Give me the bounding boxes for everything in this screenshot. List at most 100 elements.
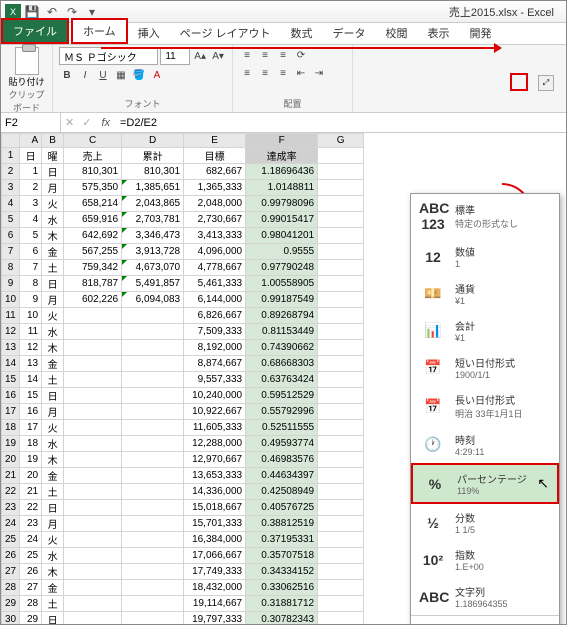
font-name-select[interactable]: ＭＳ Ｐゴシック <box>59 47 158 65</box>
row-header[interactable]: 1 <box>2 148 20 164</box>
font-size-select[interactable]: 11 <box>160 47 190 65</box>
row-header[interactable]: 30 <box>2 612 20 625</box>
format-option-通貨[interactable]: 💴 通貨 ¥1 <box>411 275 559 312</box>
table-row[interactable]: 10 9 月 602,226 6,094,083 6,144,000 0.991… <box>2 292 364 308</box>
row-header[interactable]: 7 <box>2 244 20 260</box>
table-row[interactable]: 22 21 土 14,336,000 0.42508949 <box>2 484 364 500</box>
table-row[interactable]: 24 23 月 15,701,333 0.38812519 <box>2 516 364 532</box>
format-option-文字列[interactable]: ABC 文字列 1.186964355 <box>411 578 559 615</box>
row-header[interactable]: 24 <box>2 516 20 532</box>
format-option-会計[interactable]: 📊 会計 ¥1 <box>411 312 559 349</box>
border-icon[interactable]: ▦ <box>113 67 129 83</box>
format-option-パーセンテージ[interactable]: % パーセンテージ 119% ↖ <box>411 463 559 504</box>
row-header[interactable]: 29 <box>2 596 20 612</box>
row-header[interactable]: 26 <box>2 548 20 564</box>
row-header[interactable]: 27 <box>2 564 20 580</box>
table-row[interactable]: 15 14 土 9,557,333 0.63763424 <box>2 372 364 388</box>
align-center-icon[interactable]: ≡ <box>257 65 273 81</box>
table-row[interactable]: 4 3 火 658,214 2,043,865 2,048,000 0.9979… <box>2 196 364 212</box>
row-header[interactable]: 4 <box>2 196 20 212</box>
undo-icon[interactable]: ↶ <box>45 5 59 19</box>
format-option-短い日付形式[interactable]: 📅 短い日付形式 1900/1/1 <box>411 349 559 386</box>
table-row[interactable]: 23 22 日 15,018,667 0.40576725 <box>2 500 364 516</box>
table-row[interactable]: 2 1 日 810,301 810,301 682,667 1.18696436 <box>2 164 364 180</box>
table-row[interactable]: 5 4 水 659,916 2,703,781 2,730,667 0.9901… <box>2 212 364 228</box>
table-row[interactable]: 28 27 金 18,432,000 0.33062516 <box>2 580 364 596</box>
table-row[interactable]: 26 25 水 17,066,667 0.35707518 <box>2 548 364 564</box>
row-header[interactable]: 2 <box>2 164 20 180</box>
table-row[interactable]: 27 26 木 17,749,333 0.34334152 <box>2 564 364 580</box>
redo-icon[interactable]: ↷ <box>65 5 79 19</box>
align-middle-icon[interactable]: ≡ <box>257 47 273 63</box>
name-box[interactable]: F2 <box>1 113 61 132</box>
tab-view[interactable]: 表示 <box>418 22 460 44</box>
table-row[interactable]: 17 16 月 10,922,667 0.55792996 <box>2 404 364 420</box>
row-header[interactable]: 10 <box>2 292 20 308</box>
table-row[interactable]: 11 10 火 6,826,667 0.89268794 <box>2 308 364 324</box>
ribbon-expand-button[interactable]: ⤢ <box>538 75 554 91</box>
tab-insert[interactable]: 挿入 <box>128 22 170 44</box>
tab-formulas[interactable]: 数式 <box>281 22 323 44</box>
table-row[interactable]: 6 5 木 642,692 3,346,473 3,413,333 0.9804… <box>2 228 364 244</box>
row-header[interactable]: 21 <box>2 468 20 484</box>
row-header[interactable]: 6 <box>2 228 20 244</box>
table-row[interactable]: 29 28 土 19,114,667 0.31881712 <box>2 596 364 612</box>
row-header[interactable]: 11 <box>2 308 20 324</box>
font-color-icon[interactable]: A <box>149 67 165 83</box>
table-row[interactable]: 8 7 土 759,342 4,673,070 4,778,667 0.9779… <box>2 260 364 276</box>
cancel-icon[interactable]: ✕ <box>61 116 78 129</box>
row-header[interactable]: 19 <box>2 436 20 452</box>
row-header[interactable]: 28 <box>2 580 20 596</box>
orientation-icon[interactable]: ⟳ <box>293 47 309 63</box>
table-row[interactable]: 18 17 火 11,605,333 0.52511555 <box>2 420 364 436</box>
format-option-標準[interactable]: ABC 123 標準 特定の形式なし <box>411 194 559 238</box>
align-left-icon[interactable]: ≡ <box>239 65 255 81</box>
row-header[interactable]: 22 <box>2 484 20 500</box>
row-header[interactable]: 15 <box>2 372 20 388</box>
enter-icon[interactable]: ✓ <box>78 116 95 129</box>
underline-icon[interactable]: U <box>95 67 111 83</box>
table-row[interactable]: 19 18 水 12,288,000 0.49593774 <box>2 436 364 452</box>
format-option-時刻[interactable]: 🕐 時刻 4:29:11 <box>411 426 559 463</box>
table-row[interactable]: 7 6 金 567,255 3,913,728 4,096,000 0.9555 <box>2 244 364 260</box>
format-option-長い日付形式[interactable]: 📅 長い日付形式 明治 33年1月1日 <box>411 386 559 426</box>
table-row[interactable]: 13 12 木 8,192,000 0.74390662 <box>2 340 364 356</box>
table-row[interactable]: 12 11 水 7,509,333 0.81153449 <box>2 324 364 340</box>
row-header[interactable]: 3 <box>2 180 20 196</box>
row-header[interactable]: 8 <box>2 260 20 276</box>
fx-icon[interactable]: fx <box>95 117 116 129</box>
table-row[interactable]: 25 24 火 16,384,000 0.37195331 <box>2 532 364 548</box>
format-option-数値[interactable]: 12 数値 1 <box>411 238 559 275</box>
col-header-D[interactable]: D <box>122 134 184 148</box>
tab-page-layout[interactable]: ページ レイアウト <box>170 22 281 44</box>
row-header[interactable]: 18 <box>2 420 20 436</box>
row-header[interactable]: 9 <box>2 276 20 292</box>
table-row[interactable]: 16 15 日 10,240,000 0.59512529 <box>2 388 364 404</box>
col-header-G[interactable]: G <box>318 134 364 148</box>
increase-font-icon[interactable]: A▴ <box>192 48 208 64</box>
align-right-icon[interactable]: ≡ <box>275 65 291 81</box>
spreadsheet-grid[interactable]: ABCDEFG1 日曜 売上累計 目標達成率 2 1 日 810,301 810… <box>1 133 566 624</box>
align-bottom-icon[interactable]: ≡ <box>275 47 291 63</box>
tab-review[interactable]: 校閲 <box>376 22 418 44</box>
col-header-E[interactable]: E <box>184 134 246 148</box>
format-option-指数[interactable]: 10² 指数 1.E+00 <box>411 541 559 578</box>
qat-dropdown-icon[interactable]: ▾ <box>85 5 99 19</box>
col-header-A[interactable]: A <box>20 134 42 148</box>
save-icon[interactable]: 💾 <box>25 5 39 19</box>
fill-color-icon[interactable]: 🪣 <box>131 67 147 83</box>
col-header-B[interactable]: B <box>42 134 64 148</box>
bold-icon[interactable]: B <box>59 67 75 83</box>
table-row[interactable]: 14 13 金 8,874,667 0.68668303 <box>2 356 364 372</box>
table-row[interactable]: 30 29 日 19,797,333 0.30782343 <box>2 612 364 625</box>
decrease-font-icon[interactable]: A▾ <box>210 48 226 64</box>
row-header[interactable]: 17 <box>2 404 20 420</box>
row-header[interactable]: 13 <box>2 340 20 356</box>
tab-data[interactable]: データ <box>323 22 376 44</box>
table-row[interactable]: 9 8 日 818,787 5,491,857 5,461,333 1.0055… <box>2 276 364 292</box>
tab-home[interactable]: ホーム <box>71 18 128 44</box>
row-header[interactable]: 20 <box>2 452 20 468</box>
indent-increase-icon[interactable]: ⇥ <box>311 65 327 81</box>
row-header[interactable]: 5 <box>2 212 20 228</box>
formula-input[interactable]: =D2/E2 <box>116 117 566 129</box>
